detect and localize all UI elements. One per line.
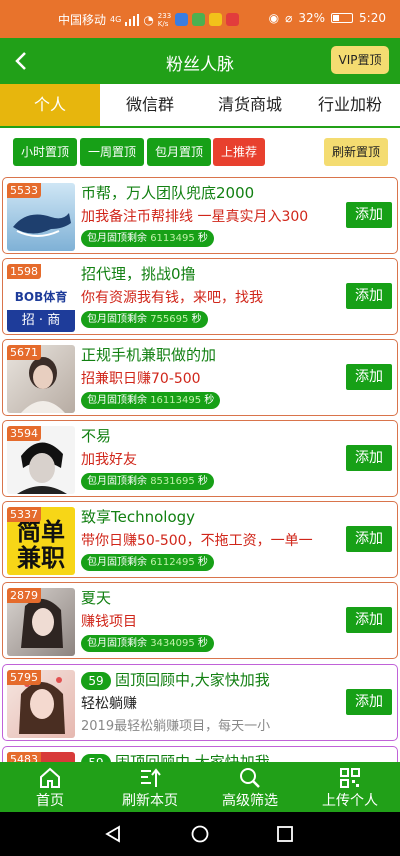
- carrier-label: 中国移动: [58, 13, 107, 27]
- card-description: 2019最轻松躺赚项目，每天一小: [81, 719, 271, 734]
- top-timer: 包月固顶剩余 8531695 秒: [81, 473, 214, 490]
- rank-badge: 5483: [7, 752, 41, 762]
- recents-square-icon[interactable]: [276, 825, 294, 843]
- user-list: 5533 币帮，万人团队兜底2000 加我备注币帮排线 一星真实月入300 包月…: [0, 176, 400, 762]
- home-icon: [40, 767, 60, 788]
- top-timer: 包月固顶剩余 16113495 秒: [81, 392, 221, 409]
- avatar: 5795: [7, 670, 75, 738]
- add-button[interactable]: 添加: [346, 689, 392, 715]
- add-button[interactable]: 添加: [346, 526, 392, 552]
- system-nav-bar: [0, 812, 400, 856]
- title-bar: 粉丝人脉 VIP置顶: [0, 38, 400, 84]
- rank-badge: 1598: [7, 264, 41, 279]
- count-badge: 59: [81, 672, 111, 690]
- avatar: 3594: [7, 426, 75, 494]
- home-circle-icon[interactable]: [191, 825, 209, 843]
- battery-percent: 32%: [298, 11, 326, 25]
- add-button[interactable]: 添加: [346, 202, 392, 228]
- sort-icon: [141, 768, 161, 787]
- signal-icon: [125, 13, 140, 26]
- battery-icon: [331, 13, 354, 23]
- avatar: 2879: [7, 588, 75, 656]
- list-item[interactable]: 3594 不易 加我好友 包月固顶剩余 8531695 秒 添加: [2, 420, 398, 497]
- top-timer: 包月固顶剩余 755695 秒: [81, 311, 208, 328]
- card-title: 59固顶回顾中,大家快加我: [81, 751, 270, 762]
- rank-badge: 5795: [7, 670, 41, 685]
- avatar: BOB体育 招 · 商 1598: [7, 264, 75, 332]
- card-subtitle: 你有资源我有钱，来吧，找我: [81, 290, 263, 306]
- add-button[interactable]: 添加: [346, 607, 392, 633]
- add-button[interactable]: 添加: [346, 445, 392, 471]
- list-item[interactable]: 简单 兼职 5337 致享Technology 带你日赚50-500，不拖工资，…: [2, 501, 398, 578]
- app-notification-icon: [175, 13, 189, 26]
- card-subtitle: 带你日赚50-500，不拖工资，一单一: [81, 533, 313, 549]
- card-title: 致享Technology: [81, 508, 196, 526]
- add-button[interactable]: 添加: [346, 283, 392, 309]
- card-subtitle: 轻松躺赚: [81, 696, 137, 712]
- tab-industry-fans[interactable]: 行业加粉: [300, 84, 400, 126]
- hour-top-button[interactable]: 小时置顶: [13, 138, 77, 166]
- avatar: 5483: [7, 752, 75, 762]
- tab-clearance-mall[interactable]: 清货商城: [200, 84, 300, 126]
- card-title: 招代理，挑战0撸: [81, 265, 196, 283]
- avatar: 5671: [7, 345, 75, 413]
- rank-badge: 5337: [7, 507, 41, 522]
- rank-badge: 5671: [7, 345, 41, 360]
- card-title: 不易: [81, 427, 112, 445]
- tab-personal[interactable]: 个人: [0, 84, 100, 126]
- category-tabs: 个人 微信群 清货商城 行业加粉: [0, 84, 400, 128]
- list-item[interactable]: 2879 夏天 赚钱项目 包月固顶剩余 3434095 秒 添加: [2, 582, 398, 659]
- bottom-nav: 首页 刷新本页 高级筛选 上传个人: [0, 762, 400, 812]
- status-bar: 中国移动 4G ◔ 233 K/s ◉ ⌀ 32% 5:20: [0, 0, 400, 38]
- filter-bar: 小时置顶 一周置顶 包月置顶 上推荐 刷新置顶: [0, 134, 400, 174]
- list-item[interactable]: 5795 59 固顶回顾中,大家快加我 轻松躺赚 2019最轻松躺赚项目，每天一小…: [2, 664, 398, 741]
- rank-badge: 5533: [7, 183, 41, 198]
- mute-icon: ⌀: [285, 11, 293, 25]
- card-subtitle: 赚钱项目: [81, 614, 137, 630]
- clock: 5:20: [359, 11, 386, 25]
- back-triangle-icon[interactable]: [104, 825, 122, 843]
- list-item[interactable]: 5483 59固顶回顾中,大家快加我: [2, 746, 398, 762]
- qrcode-icon: [340, 768, 360, 788]
- eye-comfort-icon: ◉: [268, 11, 280, 25]
- search-icon: [240, 768, 260, 788]
- nav-refresh[interactable]: 刷新本页: [100, 762, 200, 812]
- card-subtitle: 招兼职日赚70-500: [81, 371, 201, 387]
- nav-upload[interactable]: 上传个人: [300, 762, 400, 812]
- wifi-icon: ◔: [143, 12, 154, 27]
- card-title: 正规手机兼职做的加: [81, 346, 217, 364]
- app-notification-icon: [226, 13, 240, 26]
- count-badge: 59: [81, 754, 111, 762]
- network-speed: 233 K/s: [157, 11, 172, 28]
- rank-badge: 3594: [7, 426, 41, 441]
- card-subtitle: 加我备注币帮排线 一星真实月入300: [81, 209, 309, 225]
- rank-badge: 2879: [7, 588, 41, 603]
- top-timer: 包月固顶剩余 3434095 秒: [81, 635, 214, 652]
- nav-home[interactable]: 首页: [0, 762, 100, 812]
- tab-wechat-group[interactable]: 微信群: [100, 84, 200, 126]
- month-top-button[interactable]: 包月置顶: [147, 138, 211, 166]
- list-item[interactable]: 5533 币帮，万人团队兜底2000 加我备注币帮排线 一星真实月入300 包月…: [2, 177, 398, 254]
- week-top-button[interactable]: 一周置顶: [80, 138, 144, 166]
- list-item[interactable]: 5671 正规手机兼职做的加 招兼职日赚70-500 包月固顶剩余 161134…: [2, 339, 398, 416]
- card-subtitle: 加我好友: [81, 452, 137, 468]
- card-title: 59固顶回顾中,大家快加我: [81, 669, 270, 690]
- vip-top-button[interactable]: VIP置顶: [331, 46, 389, 74]
- list-item[interactable]: BOB体育 招 · 商 1598 招代理，挑战0撸 你有资源我有钱，来吧，找我 …: [2, 258, 398, 335]
- add-button[interactable]: 添加: [346, 364, 392, 390]
- app-notification-icon: [192, 13, 206, 26]
- top-timer: 包月固顶剩余 6113495 秒: [81, 230, 214, 247]
- card-title: 夏天: [81, 589, 112, 607]
- app-notification-icon: [209, 13, 223, 26]
- recommend-button[interactable]: 上推荐: [213, 138, 265, 166]
- top-timer: 包月固顶剩余 6112495 秒: [81, 554, 214, 571]
- card-title: 币帮，万人团队兜底2000: [81, 184, 255, 202]
- avatar: 简单 兼职 5337: [7, 507, 75, 575]
- refresh-top-button[interactable]: 刷新置顶: [324, 138, 388, 166]
- network-type: 4G: [110, 15, 122, 24]
- avatar: 5533: [7, 183, 75, 251]
- nav-filter[interactable]: 高级筛选: [200, 762, 300, 812]
